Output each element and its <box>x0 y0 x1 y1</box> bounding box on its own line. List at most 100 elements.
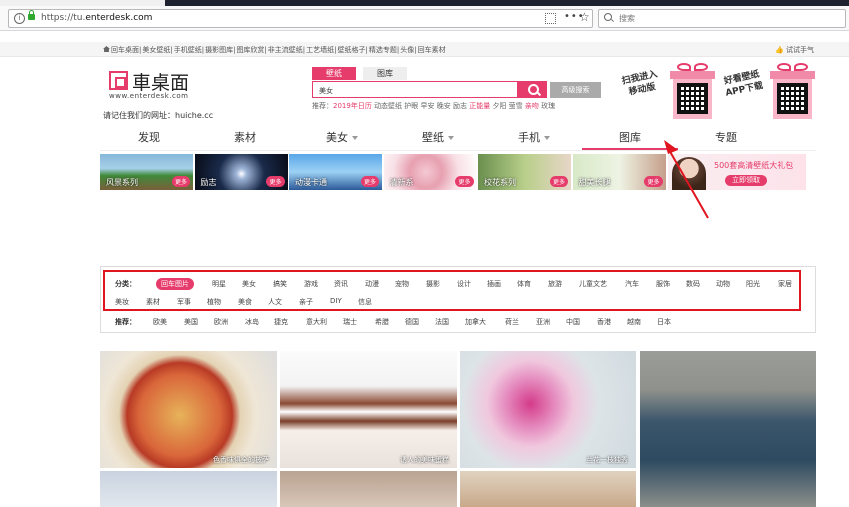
photo-card[interactable]: 色香味俱全的披萨 <box>100 351 277 468</box>
category-thumbnail[interactable]: 风景系列 更多 <box>100 154 193 190</box>
photo-caption: 诱人的美味蛋糕 <box>400 456 449 464</box>
top-link[interactable]: 壁纸格子| <box>338 46 368 54</box>
filter-tag[interactable]: 荷兰 <box>505 317 519 327</box>
top-link[interactable]: 非主流壁纸| <box>268 46 305 54</box>
gift-bow-icon <box>775 63 810 71</box>
browser-search-box[interactable]: 搜索 <box>598 9 846 28</box>
search-icon <box>604 13 612 21</box>
nav-item[interactable]: 美女 <box>294 128 390 150</box>
tab-wallpaper[interactable]: 壁纸 <box>312 67 356 80</box>
claim-button[interactable]: 立即领取 <box>725 175 767 186</box>
more-button[interactable]: 更多 <box>266 176 285 187</box>
photo-card[interactable] <box>100 471 277 507</box>
thumbnail-label: 甜美长腿 <box>578 178 611 187</box>
filter-tag[interactable]: 亚洲 <box>536 317 550 327</box>
search-icon <box>528 84 539 95</box>
nav-item[interactable]: 素材 <box>197 128 293 150</box>
browser-toolbar: i https://tu.enterdesk.com ••• ☆ 搜索 <box>0 6 849 31</box>
filter-tag[interactable]: 意大利 <box>306 317 327 327</box>
lock-icon <box>28 10 35 20</box>
more-button[interactable]: 更多 <box>455 176 474 187</box>
filter-tag[interactable]: 欧美 <box>153 317 167 327</box>
tab-gallery[interactable]: 图库 <box>363 67 407 80</box>
photo-card[interactable] <box>640 351 816 507</box>
photo-card[interactable]: 诱人的美味蛋糕 <box>280 351 457 468</box>
top-link[interactable]: 回车桌面| <box>111 46 141 54</box>
filter-tag[interactable]: 日本 <box>657 317 671 327</box>
more-button[interactable]: 更多 <box>360 176 379 187</box>
top-link[interactable]: 摄影图库| <box>205 46 235 54</box>
recommend-link[interactable]: 亲吻 <box>525 102 539 110</box>
app-qr-gift[interactable] <box>770 63 815 119</box>
chevron-down-icon <box>544 136 550 140</box>
more-button[interactable]: 更多 <box>549 176 568 187</box>
advanced-search-button[interactable]: 高级搜索 <box>550 82 601 98</box>
thumbnail-label: 风景系列 <box>106 178 138 187</box>
mobile-promo-text: 扫我进入 移动版 <box>621 69 659 98</box>
search-button[interactable] <box>518 81 547 98</box>
photo-card[interactable] <box>460 471 636 507</box>
nav-item[interactable]: 壁纸 <box>390 128 486 150</box>
photo-caption: 兰花一枝独秀 <box>586 456 628 464</box>
category-thumbnail[interactable]: 动漫卡通 更多 <box>289 154 382 190</box>
category-thumbnail[interactable]: 校花系列 更多 <box>478 154 571 190</box>
photo-card[interactable]: 兰花一枝独秀 <box>460 351 636 468</box>
recommend-link[interactable]: 动态壁纸 护眼 早安 晚安 励志 <box>374 102 467 110</box>
red-arrow-annotation <box>664 140 709 219</box>
chevron-down-icon <box>352 136 358 140</box>
info-icon[interactable]: i <box>14 13 25 24</box>
top-link[interactable]: 工艺墙纸| <box>306 46 336 54</box>
filter-tag[interactable]: 捷克 <box>274 317 288 327</box>
top-link[interactable]: 精选专题| <box>369 46 399 54</box>
filter-tag[interactable]: 法国 <box>435 317 449 327</box>
top-link[interactable]: 手机壁纸| <box>174 46 204 54</box>
top-link[interactable]: 回车素材 <box>418 46 446 54</box>
category-thumbnail[interactable]: 甜美长腿 更多 <box>572 154 666 190</box>
bookmark-star-icon[interactable]: ☆ <box>579 10 590 24</box>
logo-mark-icon <box>109 71 128 90</box>
filter-tag[interactable]: 美国 <box>184 317 198 327</box>
nav-item[interactable]: 手机 <box>486 128 582 150</box>
photo-caption: 色香味俱全的披萨 <box>213 456 269 464</box>
logo-domain: www.enterdesk.com <box>109 92 189 100</box>
recommend-link[interactable]: 玫瑰 <box>541 102 555 110</box>
filter-tag[interactable]: 越南 <box>627 317 641 327</box>
filter-tag[interactable]: 加拿大 <box>465 317 486 327</box>
category-thumbnail[interactable]: 励志 更多 <box>194 154 288 190</box>
top-link[interactable]: 头像| <box>400 46 416 54</box>
browser-search-placeholder: 搜索 <box>619 14 635 23</box>
recommend-link[interactable]: 夕阳 萤雪 <box>492 102 522 110</box>
try-luck-link[interactable]: 👍 试试手气 <box>775 45 814 55</box>
filter-tag[interactable]: 冰岛 <box>245 317 259 327</box>
mobile-qr-gift[interactable] <box>670 63 715 119</box>
recommend-link[interactable]: 正能量 <box>469 102 490 110</box>
search-input-value: 美女 <box>319 87 333 95</box>
top-link[interactable]: 图库欣赏| <box>236 46 266 54</box>
photo-card[interactable] <box>280 471 457 507</box>
address-bar[interactable]: i https://tu.enterdesk.com ••• ☆ <box>8 9 593 28</box>
top-links-list: 回车桌面|美女壁纸|手机壁纸|摄影图库|图库欣赏|非主流壁纸|工艺墙纸|壁纸格子… <box>103 45 447 55</box>
filter-tag[interactable]: 瑞士 <box>343 317 357 327</box>
site-top-links: 回车桌面|美女壁纸|手机壁纸|摄影图库|图库欣赏|非主流壁纸|工艺墙纸|壁纸格子… <box>0 42 849 57</box>
gift-bow-icon <box>675 63 710 71</box>
site-search-input[interactable]: 美女 <box>312 81 518 98</box>
filter-tag[interactable]: 德国 <box>405 317 419 327</box>
address-url[interactable]: https://tu.enterdesk.com <box>41 13 152 23</box>
thumbnail-label: 清新系 <box>389 178 414 187</box>
filter-tag[interactable]: 欧洲 <box>214 317 228 327</box>
top-link[interactable]: 美女壁纸| <box>142 46 172 54</box>
qr-code-icon[interactable] <box>545 13 556 24</box>
filter-tag[interactable]: 中国 <box>566 317 580 327</box>
filter-tag[interactable]: 香港 <box>597 317 611 327</box>
thumbnail-label: 校花系列 <box>484 178 516 187</box>
recommend-link[interactable]: 2019年日历 <box>333 102 372 110</box>
app-promo-text: 好看壁纸 APP下载 <box>723 69 765 99</box>
nav-item[interactable]: 发现 <box>101 128 197 150</box>
category-thumbnail[interactable]: 清新系 更多 <box>383 154 477 190</box>
qr-code-icon <box>677 83 708 114</box>
red-highlight-box <box>103 270 801 311</box>
more-button[interactable]: 更多 <box>171 176 190 187</box>
chevron-down-icon <box>448 136 454 140</box>
filter-tag[interactable]: 希腊 <box>375 317 389 327</box>
search-recommendations: 推荐：2019年日历 动态壁纸 护眼 早安 晚安 励志 正能量 夕阳 萤雪 亲吻… <box>312 102 556 110</box>
